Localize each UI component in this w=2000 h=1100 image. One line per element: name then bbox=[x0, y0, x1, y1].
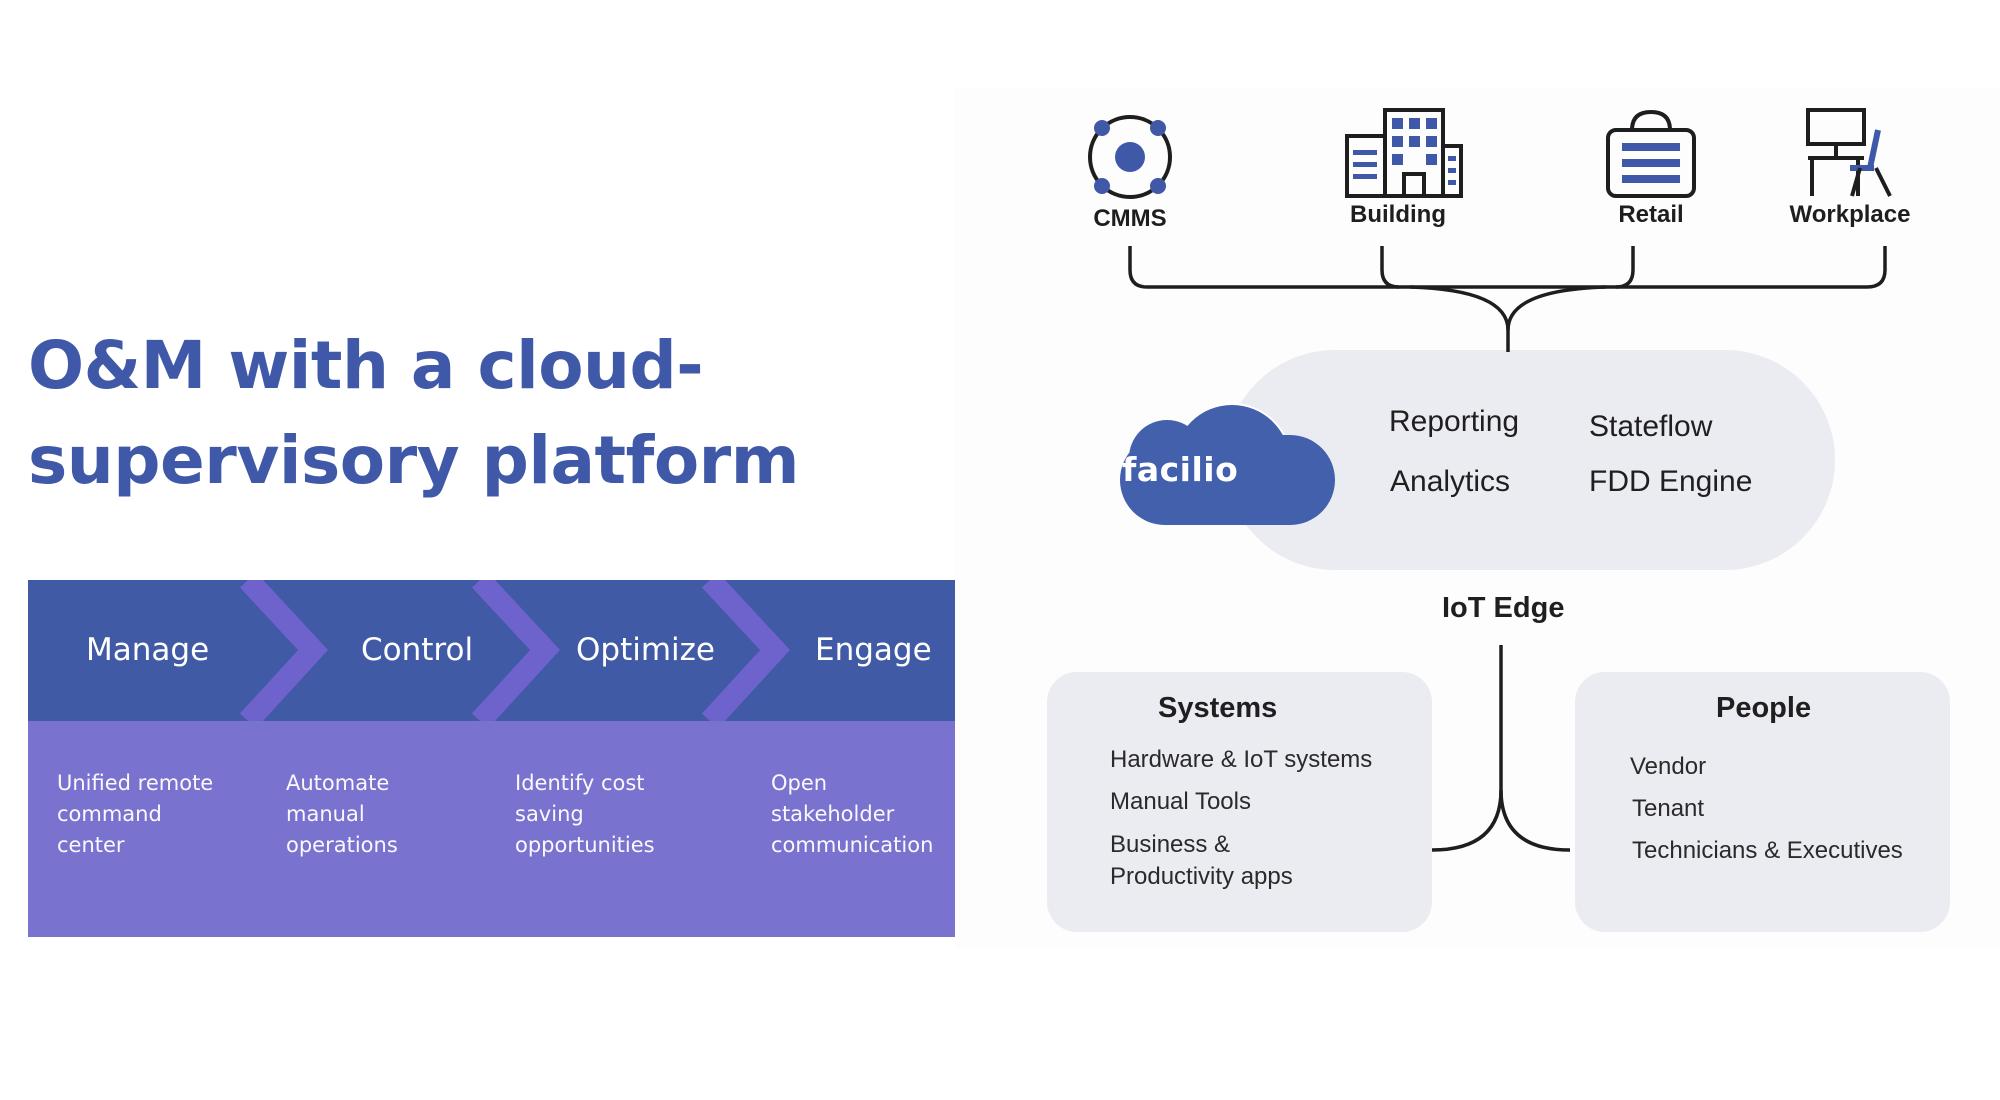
iot-fork bbox=[1431, 789, 1571, 852]
systems-item: Manual Tools bbox=[1110, 788, 1251, 815]
cmms-icon bbox=[1088, 115, 1172, 199]
systems-title: Systems bbox=[1158, 692, 1278, 724]
feature-fdd-engine: FDD Engine bbox=[1589, 465, 1753, 498]
people-item: Tenant bbox=[1632, 795, 1705, 822]
retail-icon bbox=[1606, 109, 1696, 198]
people-item: Vendor bbox=[1630, 753, 1707, 780]
iot-edge-label: IoT Edge bbox=[1442, 592, 1565, 624]
feature-reporting: Reporting bbox=[1389, 405, 1520, 438]
cmms-label: CMMS bbox=[1093, 205, 1167, 232]
feature-analytics: Analytics bbox=[1390, 465, 1511, 498]
connector-retail-tick bbox=[1615, 246, 1635, 289]
systems-item: Business & Productivity apps bbox=[1110, 831, 1293, 890]
people-title: People bbox=[1716, 692, 1812, 724]
building-label: Building bbox=[1350, 201, 1446, 228]
facilio-logo: facilio bbox=[1122, 450, 1239, 489]
diagram-graphics bbox=[1088, 108, 1892, 852]
feature-stateflow: Stateflow bbox=[1589, 410, 1713, 443]
people-item: Technicians & Executives bbox=[1632, 837, 1903, 864]
building-icon bbox=[1345, 108, 1463, 198]
systems-item: Hardware & IoT systems bbox=[1110, 746, 1373, 773]
connector-building-tick bbox=[1380, 246, 1400, 289]
workplace-label: Workplace bbox=[1789, 201, 1911, 228]
workplace-icon bbox=[1806, 108, 1892, 197]
retail-label: Retail bbox=[1618, 201, 1684, 228]
top-connector bbox=[1128, 246, 1887, 289]
